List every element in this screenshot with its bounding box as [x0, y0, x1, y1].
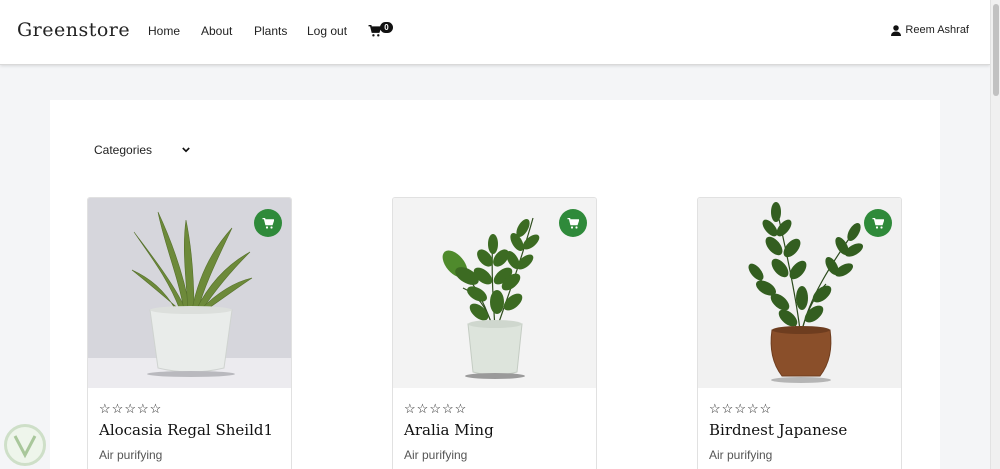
add-to-cart-button[interactable] — [864, 209, 892, 237]
chevron-down-icon — [182, 147, 190, 153]
product-image[interactable] — [88, 198, 291, 388]
cart-icon — [872, 217, 884, 229]
cart-count-badge: 0 — [380, 22, 393, 33]
star-outline-icon[interactable]: ☆ — [760, 402, 772, 415]
user-icon — [891, 24, 902, 36]
cart-icon — [567, 217, 579, 229]
scrollbar-thumb[interactable] — [993, 4, 999, 96]
star-outline-icon[interactable]: ☆ — [137, 402, 149, 415]
user-menu[interactable]: Reem Ashraf — [891, 24, 969, 36]
product-tag: Air purifying — [404, 448, 468, 462]
star-outline-icon[interactable]: ☆ — [404, 402, 416, 415]
product-tag: Air purifying — [709, 448, 773, 462]
product-name[interactable]: Aralia Ming — [404, 421, 494, 439]
page-scrollbar[interactable] — [990, 0, 1000, 469]
add-to-cart-button[interactable] — [559, 209, 587, 237]
product-tag: Air purifying — [99, 448, 163, 462]
star-outline-icon[interactable]: ☆ — [747, 402, 759, 415]
categories-label: Categories — [94, 143, 153, 157]
products-panel: Categories ☆ ☆ ☆ ☆ ☆ Alocasia Regal Shei… — [50, 100, 940, 469]
star-outline-icon[interactable]: ☆ — [112, 402, 124, 415]
star-outline-icon[interactable]: ☆ — [722, 402, 734, 415]
categories-dropdown[interactable]: Categories — [94, 143, 190, 157]
user-name: Reem Ashraf — [905, 24, 969, 36]
product-card[interactable]: ☆ ☆ ☆ ☆ ☆ Alocasia Regal Sheild1 Air purifyi… — [87, 197, 292, 469]
star-outline-icon[interactable]: ☆ — [417, 402, 429, 415]
star-rating[interactable]: ☆ ☆ ☆ ☆ ☆ — [99, 402, 161, 415]
watermark-logo — [4, 424, 46, 466]
product-name[interactable]: Birdnest Japanese — [709, 421, 847, 439]
product-card[interactable]: ☆ ☆ ☆ ☆ ☆ Aralia Ming Air purifying — [392, 197, 597, 469]
nav-link-logout[interactable]: Log out — [307, 24, 347, 38]
cart-icon — [262, 217, 274, 229]
star-outline-icon[interactable]: ☆ — [99, 402, 111, 415]
brand-logo[interactable]: Greenstore — [17, 19, 130, 41]
nav-link-about[interactable]: About — [201, 24, 232, 38]
star-rating[interactable]: ☆ ☆ ☆ ☆ ☆ — [404, 402, 466, 415]
nav-link-home[interactable]: Home — [148, 24, 180, 38]
add-to-cart-button[interactable] — [254, 209, 282, 237]
product-image[interactable] — [393, 198, 596, 388]
product-card[interactable]: ☆ ☆ ☆ ☆ ☆ Birdnest Japanese Air purifying — [697, 197, 902, 469]
star-outline-icon[interactable]: ☆ — [709, 402, 721, 415]
star-outline-icon[interactable]: ☆ — [150, 402, 162, 415]
navbar: Greenstore Home About Plants Log out 0 R… — [0, 0, 990, 65]
star-outline-icon[interactable]: ☆ — [455, 402, 467, 415]
star-outline-icon[interactable]: ☆ — [442, 402, 454, 415]
star-outline-icon[interactable]: ☆ — [734, 402, 746, 415]
nav-cart-button[interactable]: 0 — [368, 22, 396, 42]
star-outline-icon[interactable]: ☆ — [429, 402, 441, 415]
product-image[interactable] — [698, 198, 901, 388]
star-rating[interactable]: ☆ ☆ ☆ ☆ ☆ — [709, 402, 771, 415]
product-name[interactable]: Alocasia Regal Sheild1 — [99, 421, 273, 439]
star-outline-icon[interactable]: ☆ — [124, 402, 136, 415]
nav-link-plants[interactable]: Plants — [254, 24, 287, 38]
